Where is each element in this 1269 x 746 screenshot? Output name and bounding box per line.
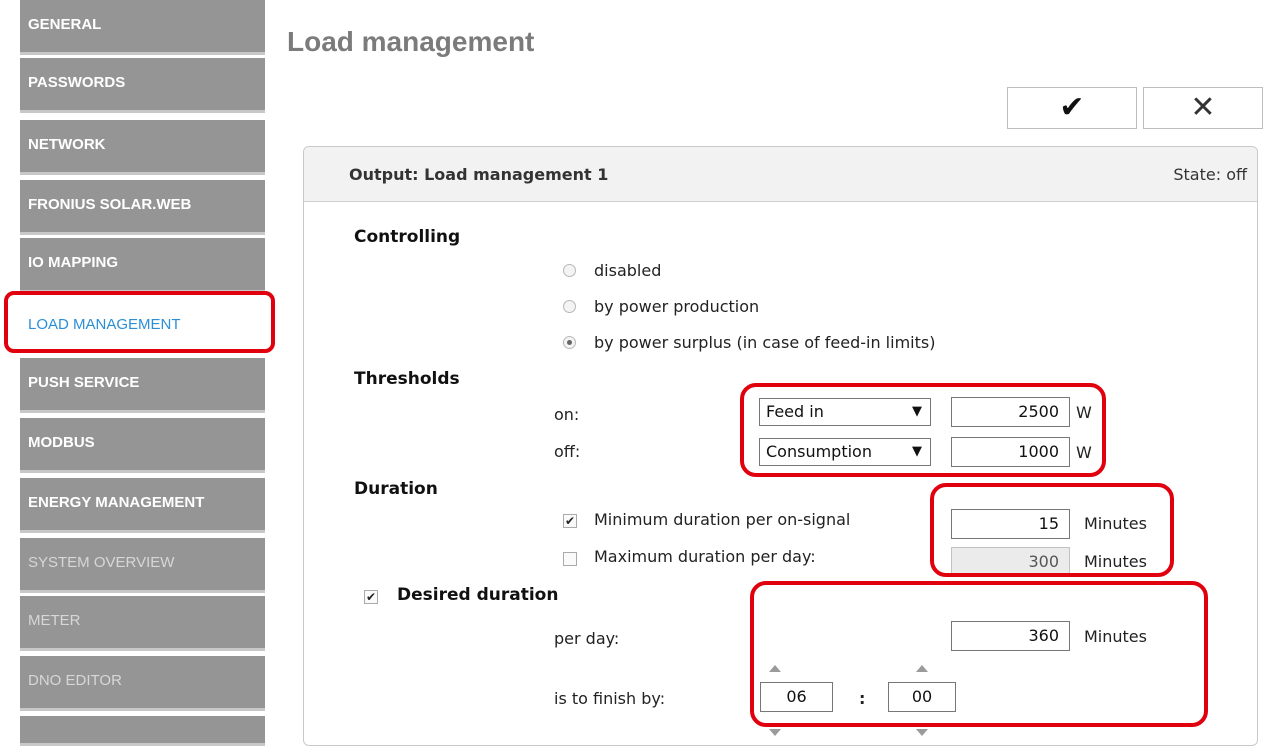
sidebar-item-more[interactable]: [20, 716, 265, 746]
duration-highlight: [930, 483, 1174, 577]
state-label: State: off: [1173, 165, 1247, 184]
sidebar: GENERAL PASSWORDS NETWORK FRONIUS SOLAR.…: [0, 0, 265, 746]
sidebar-item-label: GENERAL: [28, 16, 102, 33]
desired-duration-checkbox[interactable]: ✔: [364, 590, 378, 604]
duration-heading: Duration: [354, 479, 438, 499]
sidebar-item-modbus[interactable]: MODBUS: [20, 418, 265, 473]
checkmark-icon: ✔: [1059, 90, 1085, 125]
sidebar-item-label: FRONIUS SOLAR.WEB: [28, 196, 192, 213]
radio-disabled-label: disabled: [594, 261, 662, 280]
cancel-button[interactable]: ✕: [1143, 87, 1263, 129]
threshold-on-label: on:: [554, 405, 580, 424]
max-duration-checkbox[interactable]: [563, 552, 577, 566]
radio-disabled[interactable]: [563, 264, 576, 277]
desired-duration-highlight: [750, 581, 1208, 727]
radio-by-power-surplus-label: by power surplus (in case of feed-in lim…: [594, 333, 936, 352]
radio-by-power-production-label: by power production: [594, 297, 760, 316]
page-title: Load management: [287, 26, 535, 57]
radio-by-power-surplus[interactable]: [563, 336, 576, 349]
sidebar-item-passwords[interactable]: PASSWORDS: [20, 58, 265, 113]
controlling-heading: Controlling: [354, 227, 461, 247]
thresholds-heading: Thresholds: [354, 369, 460, 389]
sidebar-item-label: ENERGY MANAGEMENT: [28, 494, 205, 511]
save-button[interactable]: ✔: [1007, 87, 1137, 129]
sidebar-item-label: MODBUS: [28, 434, 95, 451]
sidebar-item-energy-management[interactable]: ENERGY MANAGEMENT: [20, 478, 265, 533]
sidebar-item-network[interactable]: NETWORK: [20, 120, 265, 175]
sidebar-item-meter[interactable]: METER: [20, 596, 265, 651]
sidebar-item-push-service[interactable]: PUSH SERVICE: [20, 358, 265, 413]
sidebar-item-fronius-solar-web[interactable]: FRONIUS SOLAR.WEB: [20, 180, 265, 235]
sidebar-item-label: PUSH SERVICE: [28, 374, 140, 391]
output-panel: Output: Load management 1 State: off Con…: [303, 146, 1258, 746]
sidebar-item-label: DNO EDITOR: [28, 672, 122, 689]
sidebar-item-label: NETWORK: [28, 136, 106, 153]
sidebar-item-label: METER: [28, 612, 81, 629]
finish-by-label: is to finish by:: [554, 689, 666, 708]
output-title: Output: Load management 1: [349, 165, 609, 184]
per-day-label: per day:: [554, 629, 620, 648]
panel-header: Output: Load management 1 State: off: [304, 147, 1257, 202]
sidebar-item-dno-editor[interactable]: DNO EDITOR: [20, 656, 265, 711]
threshold-off-label: off:: [554, 442, 581, 461]
close-icon: ✕: [1190, 90, 1216, 125]
sidebar-item-label: PASSWORDS: [28, 74, 126, 91]
sidebar-item-system-overview[interactable]: SYSTEM OVERVIEW: [20, 538, 265, 593]
sidebar-item-label: IO MAPPING: [28, 254, 119, 271]
min-duration-label: Minimum duration per on-signal: [594, 510, 851, 529]
min-duration-checkbox[interactable]: ✔: [563, 514, 577, 528]
radio-by-power-production[interactable]: [563, 300, 576, 313]
sidebar-item-io-mapping[interactable]: IO MAPPING: [20, 238, 265, 293]
thresholds-highlight: [740, 383, 1106, 477]
sidebar-item-general[interactable]: GENERAL: [20, 0, 265, 55]
desired-duration-heading: Desired duration: [397, 585, 559, 605]
sidebar-item-label: SYSTEM OVERVIEW: [28, 554, 175, 571]
active-item-highlight: [4, 291, 275, 353]
max-duration-label: Maximum duration per day:: [594, 547, 816, 566]
